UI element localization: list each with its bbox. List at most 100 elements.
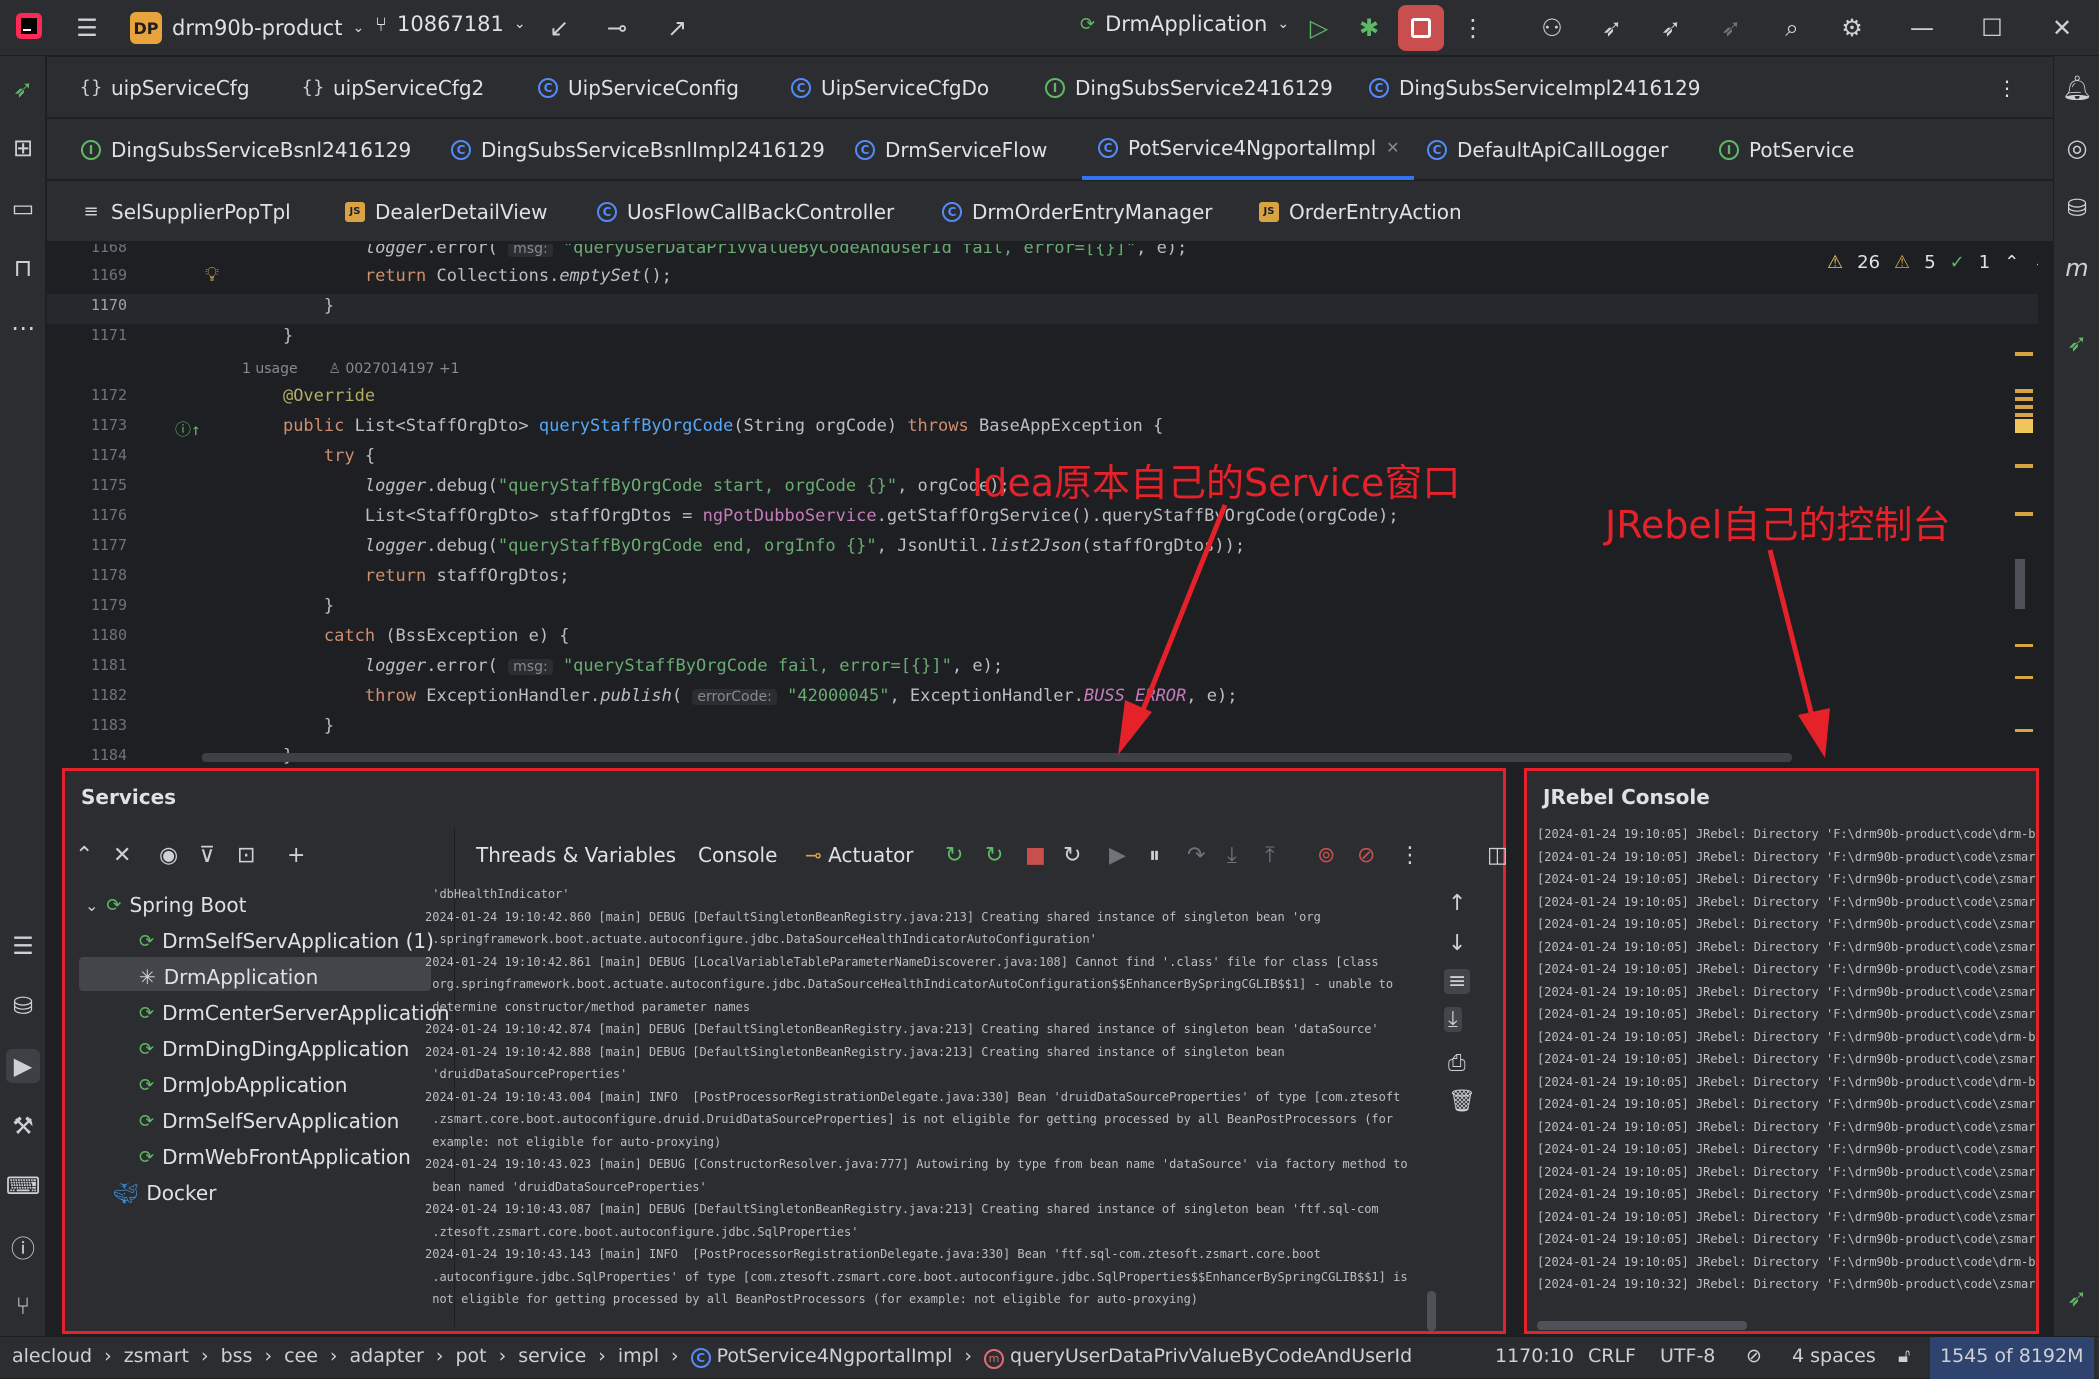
- new-group-icon[interactable]: ⊡: [237, 843, 255, 868]
- restart-icon[interactable]: ↻: [1063, 843, 1081, 868]
- tab-dealerdetailview[interactable]: JS DealerDetailView: [345, 181, 547, 242]
- collapse-all-icon[interactable]: ✕: [113, 843, 131, 868]
- jrebel-setup-icon[interactable]: ➶: [2060, 326, 2094, 360]
- breadcrumb-item[interactable]: bss: [221, 1345, 253, 1367]
- tree-docker[interactable]: 🐳︎ Docker: [113, 1181, 216, 1205]
- notifications-bell-icon[interactable]: 🔔︎: [2060, 71, 2094, 105]
- line-separator[interactable]: CRLF: [1588, 1345, 1636, 1367]
- ai-assistant-icon[interactable]: ◎: [2060, 131, 2094, 165]
- close-icon[interactable]: ✕: [2045, 11, 2079, 45]
- maximize-icon[interactable]: ☐: [1975, 11, 2009, 45]
- tab-uipserviceconfig[interactable]: C UipServiceConfig: [538, 57, 739, 118]
- branch-selector[interactable]: ⑂ 10867181 ⌄: [375, 12, 526, 36]
- editor-scrollbar[interactable]: [2015, 244, 2035, 766]
- tab-uipservicecfg2[interactable]: {} uipServiceCfg2: [302, 57, 485, 118]
- structure-icon[interactable]: ⊞: [6, 131, 40, 165]
- add-user-icon[interactable]: ⚇: [1535, 11, 1569, 45]
- breadcrumb-item[interactable]: service: [518, 1345, 586, 1367]
- step-into-icon[interactable]: ⤓: [1227, 843, 1237, 868]
- breadcrumb-item[interactable]: adapter: [350, 1345, 424, 1367]
- tab-dingsubsserviceimpl2416129[interactable]: C DingSubsServiceImpl2416129: [1369, 57, 1700, 118]
- debug-icon[interactable]: ✱: [1352, 11, 1386, 45]
- tab-dingsubsservicebsnlimpl2416129[interactable]: C DingSubsServiceBsnlImpl2416129: [451, 119, 825, 180]
- tab-dingsubsservicebsnl2416129[interactable]: I DingSubsServiceBsnl2416129: [81, 119, 411, 180]
- database-icon[interactable]: ⛁: [6, 989, 40, 1023]
- tab-orderentryaction[interactable]: JS OrderEntryAction: [1259, 181, 1462, 242]
- tab-drmserviceflow[interactable]: C DrmServiceFlow: [855, 119, 1047, 180]
- tab-uipservicecfg[interactable]: {} uipServiceCfg: [80, 57, 250, 118]
- file-encoding[interactable]: UTF-8: [1660, 1345, 1715, 1367]
- rerun-debug-icon[interactable]: ↻: [985, 843, 1003, 868]
- jrebel-rocket-icon[interactable]: ➶: [1595, 11, 1629, 45]
- tree-app-item[interactable]: ⟳ DrmDingDingApplication: [139, 1037, 409, 1061]
- more-tools-icon[interactable]: ⋯: [6, 311, 40, 345]
- print-icon[interactable]: ⎙: [1448, 1051, 1466, 1076]
- tab-selsupplierpoptpl[interactable]: ≡ SelSupplierPopTpl: [81, 181, 290, 242]
- build-hammer-icon[interactable]: ⚒: [6, 1109, 40, 1143]
- tab-potservice4ngportalimpl[interactable]: C PotService4NgportalImpl ✕: [1082, 119, 1414, 180]
- implements-gutter-icon[interactable]: ⓘ↑: [175, 416, 201, 440]
- code-vision-hint[interactable]: 1 usage ♙ 0027014197 +1: [242, 358, 460, 378]
- run-icon[interactable]: ▷: [1302, 11, 1336, 45]
- commit-icon[interactable]: ⊸: [600, 11, 634, 45]
- app-logo[interactable]: [14, 11, 44, 41]
- problems-icon[interactable]: ⓘ: [6, 1229, 40, 1263]
- console-scrollbar[interactable]: [1427, 1291, 1436, 1331]
- tab-defaultapicalllogger[interactable]: C DefaultApiCallLogger: [1427, 119, 1668, 180]
- view-breakpoints-icon[interactable]: ⊚: [1317, 843, 1335, 868]
- add-service-icon[interactable]: +: [287, 843, 305, 868]
- tree-app-item[interactable]: ⟳ DrmCenterServerApplication: [139, 1001, 450, 1025]
- database-icon[interactable]: ⛁: [2060, 191, 2094, 225]
- lightbulb-icon[interactable]: 💡︎: [205, 262, 219, 286]
- breadcrumb-item[interactable]: zsmart: [124, 1345, 189, 1367]
- scroll-to-end-icon[interactable]: ⤓: [1444, 1007, 1462, 1032]
- breadcrumb-item[interactable]: PotService4NgportalImpl: [717, 1345, 953, 1367]
- services-icon[interactable]: ▶: [6, 1049, 40, 1083]
- expand-all-icon[interactable]: ⌃: [75, 843, 93, 868]
- step-out-icon[interactable]: ⤒: [1265, 843, 1275, 868]
- tab-threads-variables[interactable]: Threads & Variables: [476, 843, 676, 867]
- update-project-icon[interactable]: ↙: [542, 11, 576, 45]
- filter-icon[interactable]: ⊽: [199, 843, 215, 868]
- project-selector[interactable]: DP drm90b-product ⌄: [130, 12, 364, 44]
- stop-icon[interactable]: ■: [1025, 843, 1046, 868]
- maven-icon[interactable]: m: [2060, 251, 2094, 285]
- project-folder-icon[interactable]: ▭: [6, 191, 40, 225]
- bookmarks-icon[interactable]: ⊓: [6, 251, 40, 285]
- jrebel-console-icon[interactable]: ➶: [2060, 1281, 2094, 1315]
- tree-app-item-selected[interactable]: ✳ DrmApplication: [139, 965, 318, 989]
- more-options-icon[interactable]: ⋮: [1399, 843, 1421, 868]
- tree-app-item[interactable]: ⟳ DrmWebFrontApplication: [139, 1145, 411, 1169]
- breadcrumb-item[interactable]: impl: [618, 1345, 659, 1367]
- usage-hint[interactable]: 1 usage: [242, 361, 298, 377]
- scroll-down-icon[interactable]: ↓: [1448, 931, 1466, 956]
- soft-wrap-icon[interactable]: ≡: [1444, 969, 1471, 994]
- inspection-widget[interactable]: ⚠26 ⚠5 ✓1 ⌃⌄: [1827, 252, 2038, 273]
- horizontal-scrollbar[interactable]: [202, 753, 1792, 762]
- jrebel-console-output[interactable]: [2024-01-24 19:10:05] JRebel: Directory …: [1537, 823, 2036, 1296]
- lock-icon[interactable]: 🔓︎: [1898, 1345, 1910, 1367]
- tab-console[interactable]: Console: [698, 843, 777, 867]
- pause-icon[interactable]: ⏸: [1149, 843, 1160, 868]
- minimize-icon[interactable]: —: [1905, 11, 1939, 45]
- show-icon[interactable]: ◉: [159, 843, 178, 868]
- run-config-selector[interactable]: ⟳ DrmApplication ⌄: [1080, 12, 1289, 36]
- caret-position[interactable]: 1170:10: [1495, 1345, 1574, 1367]
- tab-uosflowcallbackcontroller[interactable]: C UosFlowCallBackController: [597, 181, 894, 242]
- search-icon[interactable]: ⌕: [1775, 11, 1809, 45]
- layout-icon[interactable]: ◫: [1487, 843, 1508, 868]
- todo-list-icon[interactable]: ☰: [6, 929, 40, 963]
- tab-actuator[interactable]: ⊸ Actuator: [805, 843, 914, 867]
- terminal-icon[interactable]: ⌨: [6, 1169, 41, 1203]
- main-menu-icon[interactable]: ☰: [70, 11, 104, 45]
- tree-app-item[interactable]: ⟳ DrmSelfServApplication: [139, 1109, 399, 1133]
- tabs-more-icon[interactable]: ⋮: [1997, 57, 2017, 118]
- breadcrumb-item[interactable]: pot: [455, 1345, 486, 1367]
- resume-icon[interactable]: ▶: [1109, 843, 1126, 868]
- tab-dingsubsservice2416129[interactable]: I DingSubsService2416129: [1045, 57, 1333, 118]
- breadcrumb-item[interactable]: queryUserDataPrivValueByCodeAndUserId: [1010, 1345, 1412, 1367]
- breadcrumb-item[interactable]: cee: [284, 1345, 318, 1367]
- close-tab-icon[interactable]: ✕: [1386, 138, 1399, 157]
- more-actions-icon[interactable]: ⋮: [1456, 11, 1490, 45]
- indent-setting[interactable]: 4 spaces: [1792, 1345, 1876, 1367]
